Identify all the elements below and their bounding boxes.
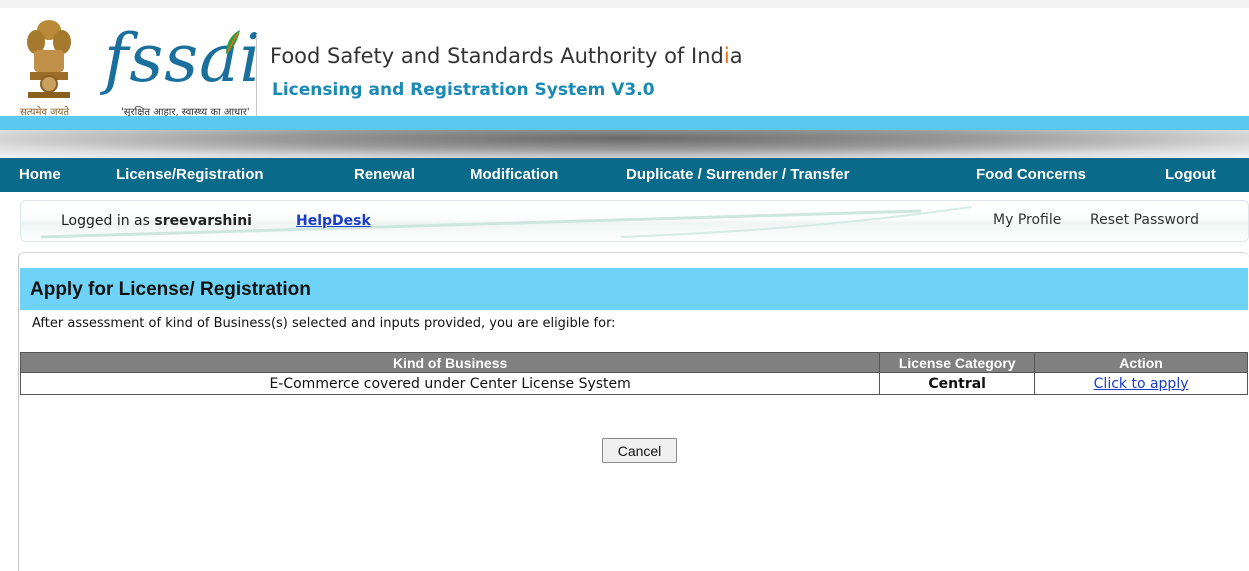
- top-border: [0, 0, 1249, 8]
- header-blue-band: [0, 116, 1249, 130]
- eligibility-table: Kind of Business License Category Action…: [19, 352, 1248, 395]
- organization-title: Food Safety and Standards Authority of I…: [270, 44, 743, 68]
- helpdesk-link[interactable]: HelpDesk: [296, 213, 371, 229]
- panel-header: Apply for License/ Registration: [20, 268, 1248, 310]
- national-emblem-icon: [27, 20, 71, 98]
- main-navigation: Home License/Registration Renewal Modifi…: [0, 158, 1249, 192]
- org-title-main: Food Safety and Standards Authority of I…: [270, 44, 724, 68]
- table-header-row: Kind of Business License Category Action: [19, 352, 1248, 373]
- nav-modification[interactable]: Modification: [470, 158, 558, 192]
- header-divider: [256, 34, 257, 118]
- column-header-license-category: License Category: [879, 352, 1036, 373]
- system-title: Licensing and Registration System V3.0: [272, 80, 655, 100]
- column-header-action: Action: [1034, 352, 1248, 373]
- column-header-kind-of-business: Kind of Business: [19, 352, 881, 373]
- nav-home[interactable]: Home: [19, 158, 61, 192]
- nav-food-concerns[interactable]: Food Concerns: [976, 158, 1086, 192]
- logged-in-label: Logged in as sreevarshini: [61, 213, 252, 229]
- cancel-button[interactable]: Cancel: [602, 438, 677, 463]
- user-info-bar: Logged in as sreevarshini HelpDesk My Pr…: [20, 200, 1249, 242]
- org-title-end: a: [729, 44, 743, 68]
- leaf-icon: [226, 30, 240, 54]
- click-to-apply-link[interactable]: Click to apply: [1094, 376, 1189, 392]
- nav-duplicate-surrender-transfer[interactable]: Duplicate / Surrender / Transfer: [626, 158, 849, 192]
- username: sreevarshini: [154, 213, 252, 229]
- nav-logout[interactable]: Logout: [1165, 158, 1216, 192]
- table-row: E-Commerce covered under Center License …: [19, 372, 1248, 395]
- business-cell: E-Commerce covered under Center License …: [19, 372, 881, 395]
- page-title: Apply for License/ Registration: [30, 279, 311, 300]
- header-shade-band: [0, 130, 1249, 158]
- action-cell: Click to apply: [1034, 372, 1248, 395]
- my-profile-link[interactable]: My Profile: [993, 212, 1061, 228]
- nav-renewal[interactable]: Renewal: [354, 158, 415, 192]
- category-cell: Central: [879, 372, 1036, 395]
- logged-in-prefix: Logged in as: [61, 213, 150, 229]
- nav-license-registration[interactable]: License/Registration: [116, 158, 264, 192]
- reset-password-link[interactable]: Reset Password: [1090, 212, 1199, 228]
- eligibility-text: After assessment of kind of Business(s) …: [32, 316, 616, 331]
- site-header: सत्यमेव जयते fssai 'सुरक्षित आहार, स्वास…: [0, 8, 1249, 118]
